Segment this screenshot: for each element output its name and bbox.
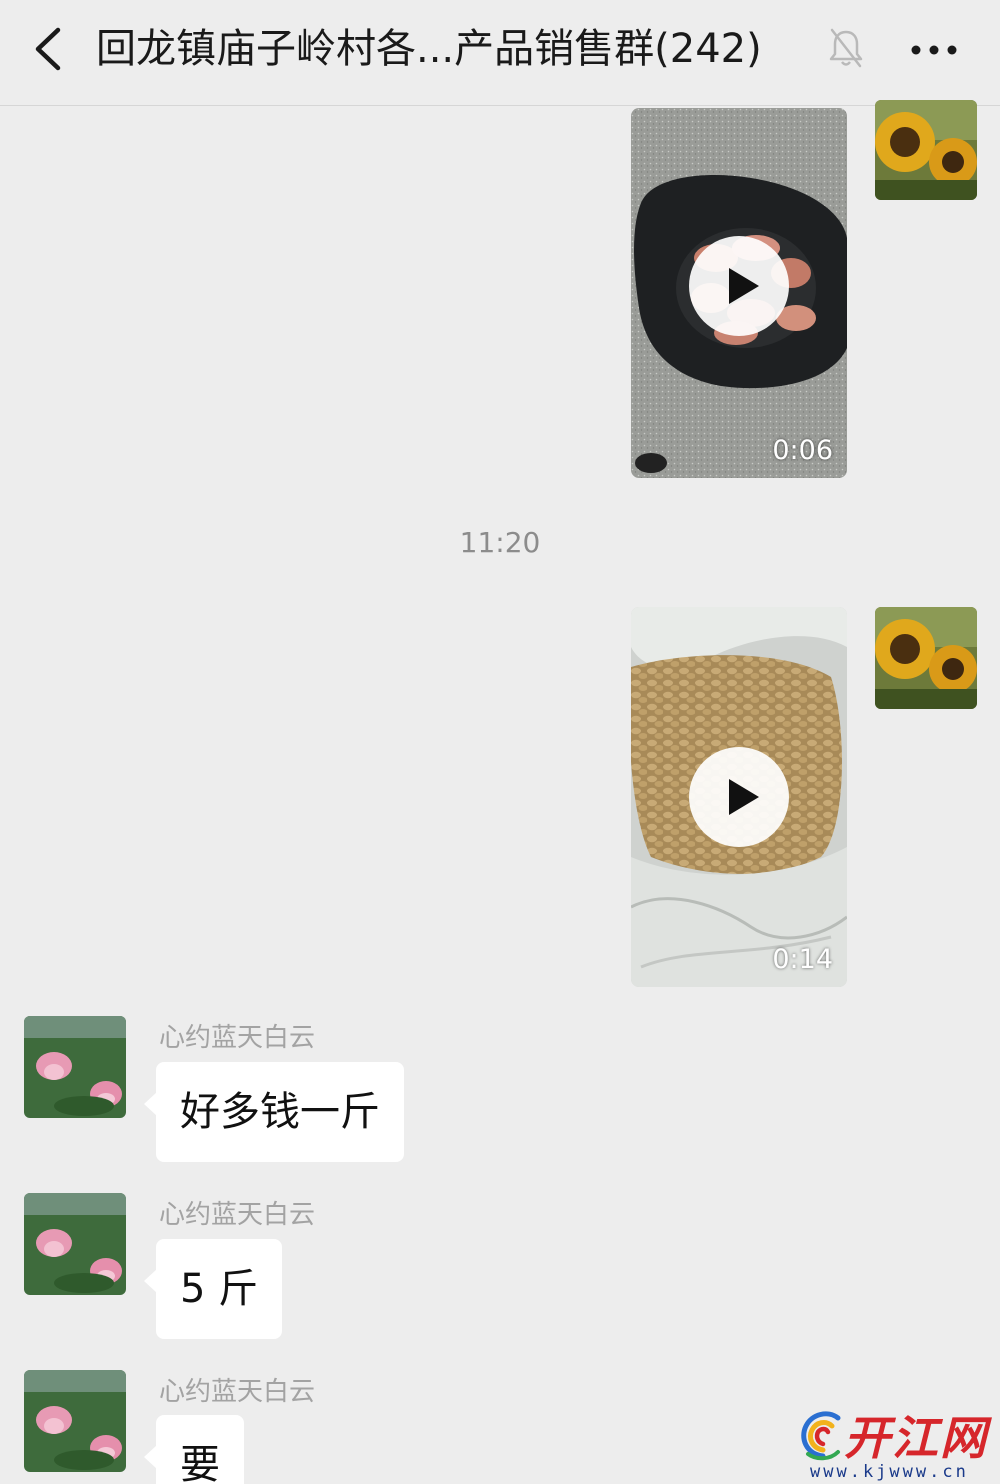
chevron-left-icon	[35, 27, 61, 71]
message-bubble[interactable]: 5 斤	[144, 1239, 283, 1339]
sender-avatar[interactable]	[24, 1016, 126, 1118]
play-button[interactable]	[689, 747, 789, 847]
my-avatar[interactable]	[875, 607, 977, 709]
back-button[interactable]	[24, 22, 74, 76]
lotus-avatar-image	[24, 1193, 126, 1295]
timestamp-separator: 11:20	[459, 526, 541, 559]
bubble-tail	[144, 1269, 157, 1293]
message-text: 5 斤	[180, 1266, 259, 1312]
watermark-url: www.kjwww.cn	[810, 1462, 969, 1482]
sunflower-avatar-image	[875, 100, 977, 200]
play-icon	[729, 779, 759, 815]
watermark-text: 开江网	[844, 1411, 988, 1465]
video-duration: 0:06	[772, 435, 833, 466]
message-bubble[interactable]: 好多钱一斤	[144, 1062, 404, 1162]
sender-name: 心约蓝天白云	[159, 1377, 316, 1407]
sender-avatar[interactable]	[24, 1370, 126, 1472]
more-options-button[interactable]	[904, 30, 964, 70]
swirl-logo-icon	[801, 1411, 841, 1461]
message-text: 要	[180, 1442, 220, 1484]
bell-muted-icon	[826, 26, 866, 70]
sender-avatar[interactable]	[24, 1193, 126, 1295]
sender-name: 心约蓝天白云	[159, 1200, 316, 1230]
sunflower-avatar-image	[875, 607, 977, 709]
site-watermark: 开江网 www.kjwww.cn	[798, 1400, 1000, 1484]
sender-name: 心约蓝天白云	[159, 1023, 316, 1053]
message-text: 好多钱一斤	[180, 1089, 380, 1135]
play-icon	[729, 268, 759, 304]
message-bubble[interactable]: 要	[144, 1415, 244, 1484]
video-message-sweet-potatoes[interactable]: 0:06	[631, 108, 847, 478]
chat-title: 回龙镇庙子岭村各...产品销售群(242)	[96, 26, 762, 72]
lotus-avatar-image	[24, 1016, 126, 1118]
video-message-peanuts[interactable]: 0:14	[631, 607, 847, 987]
ellipsis-icon	[911, 45, 957, 55]
bubble-tail	[144, 1445, 157, 1469]
chat-header: 回龙镇庙子岭村各...产品销售群(242)	[0, 0, 1000, 106]
my-avatar[interactable]	[875, 100, 977, 200]
lotus-avatar-image	[24, 1370, 126, 1472]
video-duration: 0:14	[772, 944, 833, 975]
bubble-tail	[144, 1092, 157, 1116]
play-button[interactable]	[689, 236, 789, 336]
